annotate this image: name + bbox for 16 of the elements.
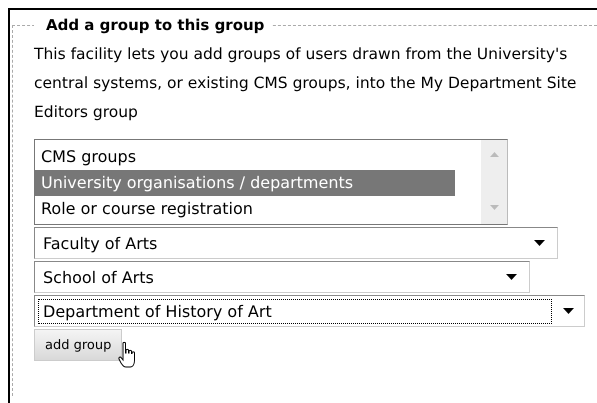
group-type-listbox[interactable]: CMS groups University organisations / departments Role or course registration <box>34 139 508 225</box>
dropdown[interactable]: School of Arts <box>34 261 530 293</box>
caret-icon[interactable] <box>506 274 517 280</box>
dropdown[interactable]: Department of History of Art <box>34 295 585 327</box>
dropdown-value: School of Arts <box>42 266 155 288</box>
add-group-button[interactable]: add group <box>34 329 122 361</box>
dropdown[interactable]: Faculty of Arts <box>34 227 558 259</box>
dropdown-value: Department of History of Art <box>38 298 552 324</box>
panel-title: Add a group to this group <box>45 16 266 34</box>
caret-icon[interactable] <box>534 240 545 246</box>
list-option[interactable]: Role or course registration <box>35 196 455 222</box>
dropdown-value: Faculty of Arts <box>42 232 158 254</box>
list-option[interactable]: CMS groups <box>35 144 455 170</box>
description-text: This facility lets you add groups of users drawn from the University's central systems, or existing CMS groups, into the My Department Site Editors group <box>34 44 578 123</box>
caret-icon[interactable] <box>563 308 574 314</box>
list-option[interactable]: University organisations / departments <box>35 170 455 196</box>
